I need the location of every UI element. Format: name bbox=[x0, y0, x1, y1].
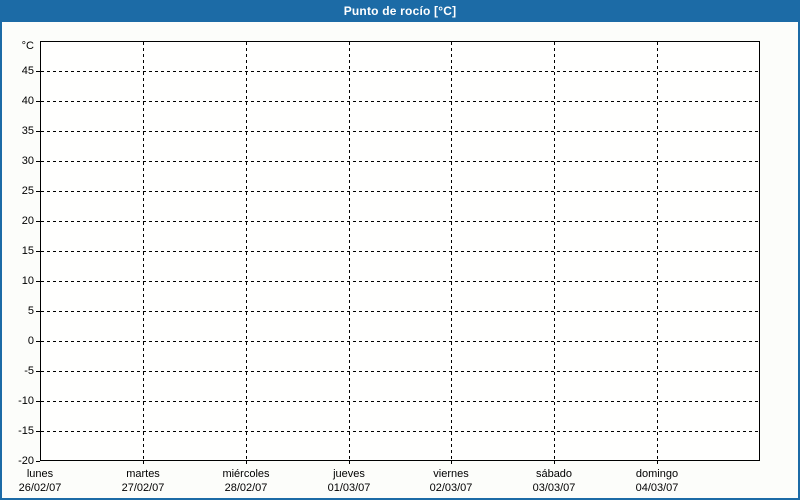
x-tick bbox=[554, 461, 555, 464]
x-gridline bbox=[246, 42, 247, 460]
x-gridline bbox=[451, 42, 452, 460]
y-gridline bbox=[41, 281, 759, 282]
y-gridline bbox=[41, 221, 759, 222]
y-tick-label: 15 bbox=[21, 245, 34, 257]
y-tick-label: 5 bbox=[27, 305, 34, 317]
y-gridline bbox=[41, 161, 759, 162]
y-gridline bbox=[41, 431, 759, 432]
y-tick-label: 25 bbox=[21, 185, 34, 197]
x-gridline bbox=[143, 42, 144, 460]
x-gridline bbox=[554, 42, 555, 460]
y-tick-label: 30 bbox=[21, 155, 34, 167]
x-tick bbox=[143, 461, 144, 464]
y-tick bbox=[36, 281, 40, 282]
y-gridline bbox=[41, 311, 759, 312]
x-tick bbox=[657, 461, 658, 464]
x-gridline bbox=[657, 42, 658, 460]
y-tick bbox=[36, 461, 40, 462]
x-tick bbox=[349, 461, 350, 464]
y-gridline bbox=[41, 191, 759, 192]
y-tick bbox=[36, 131, 40, 132]
x-date-label: 03/03/07 bbox=[532, 482, 576, 494]
y-gridline bbox=[41, 371, 759, 372]
y-tick bbox=[36, 101, 40, 102]
x-date-label: 02/03/07 bbox=[429, 482, 473, 494]
y-gridline bbox=[41, 71, 759, 72]
chart-title: Punto de rocío [°C] bbox=[343, 4, 457, 18]
x-day-label: domingo bbox=[635, 468, 679, 480]
y-gridline bbox=[41, 341, 759, 342]
y-tick-label: 40 bbox=[21, 95, 34, 107]
y-tick bbox=[36, 161, 40, 162]
y-tick-label: -5 bbox=[24, 365, 34, 377]
x-day-label: sábado bbox=[535, 468, 573, 480]
y-gridline bbox=[41, 131, 759, 132]
y-tick-label: -10 bbox=[18, 395, 34, 407]
x-day-label: miércoles bbox=[222, 468, 270, 480]
chart-window: Punto de rocío [°C] 45 40 35 30 25 20 15 10 5 0 -5… bbox=[0, 0, 800, 500]
y-tick-label: 35 bbox=[21, 125, 34, 137]
y-axis-unit-label: °C bbox=[21, 40, 34, 52]
y-tick bbox=[36, 311, 40, 312]
x-gridline bbox=[349, 42, 350, 460]
y-gridline bbox=[41, 401, 759, 402]
y-tick bbox=[36, 251, 40, 252]
x-tick bbox=[246, 461, 247, 464]
y-tick-label: 20 bbox=[21, 215, 34, 227]
y-tick-label: 45 bbox=[21, 65, 34, 77]
y-tick bbox=[36, 191, 40, 192]
y-tick bbox=[36, 221, 40, 222]
y-tick bbox=[36, 371, 40, 372]
y-tick bbox=[36, 341, 40, 342]
x-tick bbox=[451, 461, 452, 464]
x-date-label: 04/03/07 bbox=[635, 482, 679, 494]
y-tick-label: -15 bbox=[18, 425, 34, 437]
x-day-label: viernes bbox=[433, 468, 469, 480]
y-min-label: -20 bbox=[18, 455, 34, 467]
y-tick-label: 0 bbox=[27, 335, 34, 347]
chart-title-bar: Punto de rocío [°C] bbox=[0, 0, 800, 22]
y-gridline bbox=[41, 101, 759, 102]
x-day-label: martes bbox=[126, 468, 160, 480]
x-date-label: 28/02/07 bbox=[224, 482, 268, 494]
x-date-label: 27/02/07 bbox=[121, 482, 165, 494]
y-gridline bbox=[41, 251, 759, 252]
y-tick bbox=[36, 71, 40, 72]
y-tick-label: 10 bbox=[21, 275, 34, 287]
plot-area bbox=[40, 41, 760, 461]
y-tick bbox=[36, 431, 40, 432]
y-tick bbox=[36, 401, 40, 402]
